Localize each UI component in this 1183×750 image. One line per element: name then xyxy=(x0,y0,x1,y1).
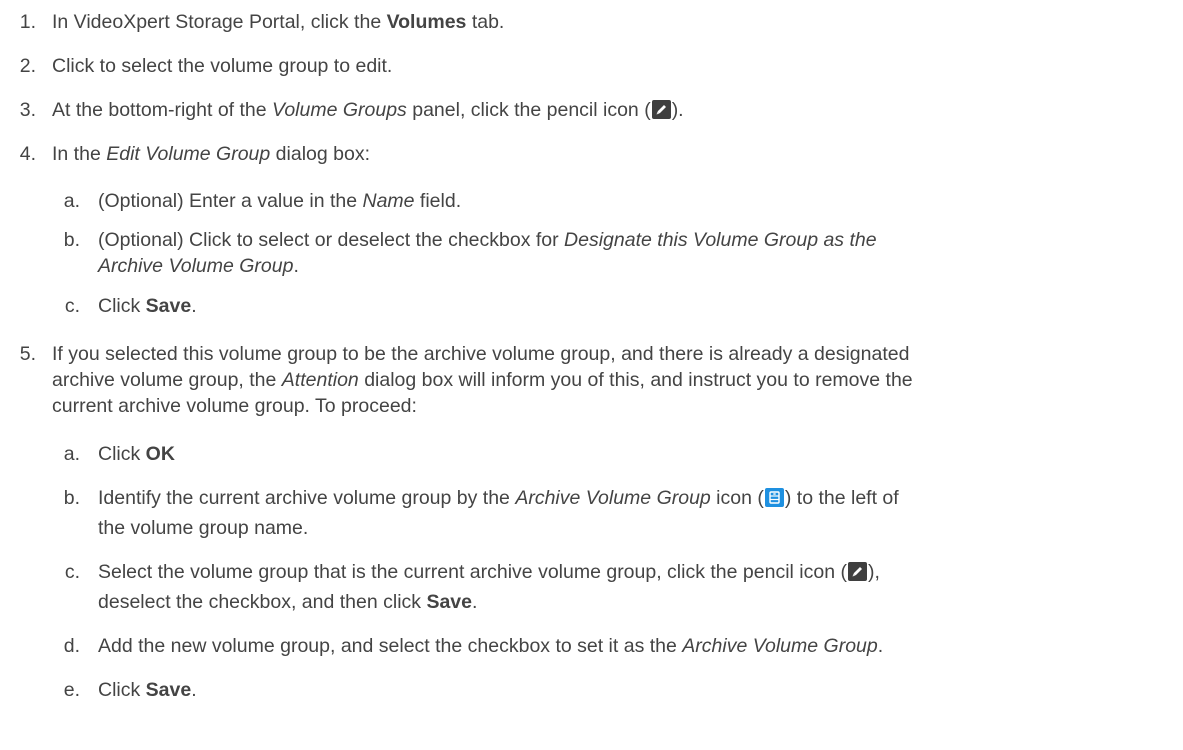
text-run: In VideoXpert Storage Portal, click the xyxy=(52,11,387,33)
substep-text: Add the new volume group, and select the… xyxy=(98,634,883,658)
substep-text: Click Save. xyxy=(98,678,197,702)
ui-term-designate-archive: Designate this Volume Group as the xyxy=(564,229,877,251)
pencil-icon xyxy=(651,100,671,119)
substep-text: Identify the current archive volume grou… xyxy=(98,486,899,510)
substep-text: Click Save. xyxy=(98,294,197,318)
text-run: icon ( xyxy=(710,487,764,509)
substep-text: (Optional) Enter a value in the Name fie… xyxy=(98,189,461,213)
text-run: field. xyxy=(414,190,462,212)
substep-letter: b. xyxy=(63,229,80,251)
text-run: In the xyxy=(52,143,107,165)
ui-term-edit-volume-group: Edit Volume Group xyxy=(106,143,271,165)
ui-term-archive-volume-group: Archive Volume Group xyxy=(682,635,878,657)
text-run: ). xyxy=(671,99,684,121)
substep-text: (Optional) Click to select or deselect t… xyxy=(98,228,877,252)
substep-text: the volume group name. xyxy=(98,517,309,539)
substep-text: Click OK xyxy=(98,442,175,466)
text-run: (Optional) Click to select or deselect t… xyxy=(98,229,565,251)
text-run: tab. xyxy=(466,11,505,33)
text-run: . xyxy=(877,635,884,657)
step-number: 5. xyxy=(19,343,36,365)
substep-letter: a. xyxy=(63,190,80,212)
instructions-document: 1. In VideoXpert Storage Portal, click t… xyxy=(0,0,1183,750)
text-run: panel, click the pencil icon ( xyxy=(406,99,651,121)
step-number: 2. xyxy=(19,55,36,77)
pencil-icon xyxy=(847,562,867,581)
text-run: archive volume group, the xyxy=(52,369,282,391)
ui-term-volume-groups: Volume Groups xyxy=(272,99,407,121)
text-run: Add the new volume group, and select the… xyxy=(98,635,683,657)
text-run: . xyxy=(472,591,478,613)
text-run: . xyxy=(191,679,197,701)
ui-term-archive-volume-group: Archive Volume Group xyxy=(98,255,294,277)
step-text: If you selected this volume group to be … xyxy=(52,343,910,365)
text-run: Select the volume group that is the curr… xyxy=(98,561,847,583)
step-text: In the Edit Volume Group dialog box: xyxy=(52,142,370,166)
step-text: Click to select the volume group to edit… xyxy=(52,55,393,77)
text-run: Identify the current archive volume grou… xyxy=(98,487,516,509)
ui-term-name: Name xyxy=(362,190,415,212)
ui-term-save: Save xyxy=(145,679,192,701)
ui-term-archive-volume-group: Archive Volume Group xyxy=(515,487,711,509)
ui-term-save: Save xyxy=(145,295,192,317)
substep-letter: d. xyxy=(63,635,80,657)
text-run: . xyxy=(191,295,197,317)
ui-term-attention: Attention xyxy=(281,369,359,391)
text-run: ), xyxy=(867,561,880,583)
step-text: archive volume group, the Attention dial… xyxy=(52,368,913,392)
substep-text: deselect the checkbox, and then click Sa… xyxy=(98,590,477,614)
step-text: At the bottom-right of the Volume Groups… xyxy=(52,98,684,122)
ui-term-save: Save xyxy=(426,591,472,613)
text-run: ) to the left of xyxy=(784,487,899,509)
substep-letter: b. xyxy=(63,487,80,509)
text-run: deselect the checkbox, and then click xyxy=(98,591,427,613)
substep-text: Archive Volume Group. xyxy=(98,254,299,278)
text-run: (Optional) Enter a value in the xyxy=(98,190,363,212)
ui-term-ok: OK xyxy=(145,443,175,465)
text-run: . xyxy=(293,255,299,277)
substep-letter: e. xyxy=(63,679,80,701)
step-text: In VideoXpert Storage Portal, click the … xyxy=(52,10,504,34)
text-run: Click xyxy=(98,679,146,701)
substep-text: Select the volume group that is the curr… xyxy=(98,560,880,584)
step-number: 1. xyxy=(19,11,36,33)
substep-letter: a. xyxy=(63,443,80,465)
substep-letter: c. xyxy=(64,295,80,317)
text-run: dialog box will inform you of this, and … xyxy=(358,369,913,391)
step-number: 4. xyxy=(19,143,36,165)
text-run: dialog box: xyxy=(270,143,370,165)
substep-letter: c. xyxy=(64,561,80,583)
text-run: Click xyxy=(98,443,146,465)
ui-term-volumes: Volumes xyxy=(386,11,467,33)
archive-volume-group-icon xyxy=(764,488,784,507)
text-run: Click xyxy=(98,295,146,317)
step-number: 3. xyxy=(19,99,36,121)
step-text: current archive volume group. To proceed… xyxy=(52,395,417,417)
text-run: At the bottom-right of the xyxy=(52,99,273,121)
